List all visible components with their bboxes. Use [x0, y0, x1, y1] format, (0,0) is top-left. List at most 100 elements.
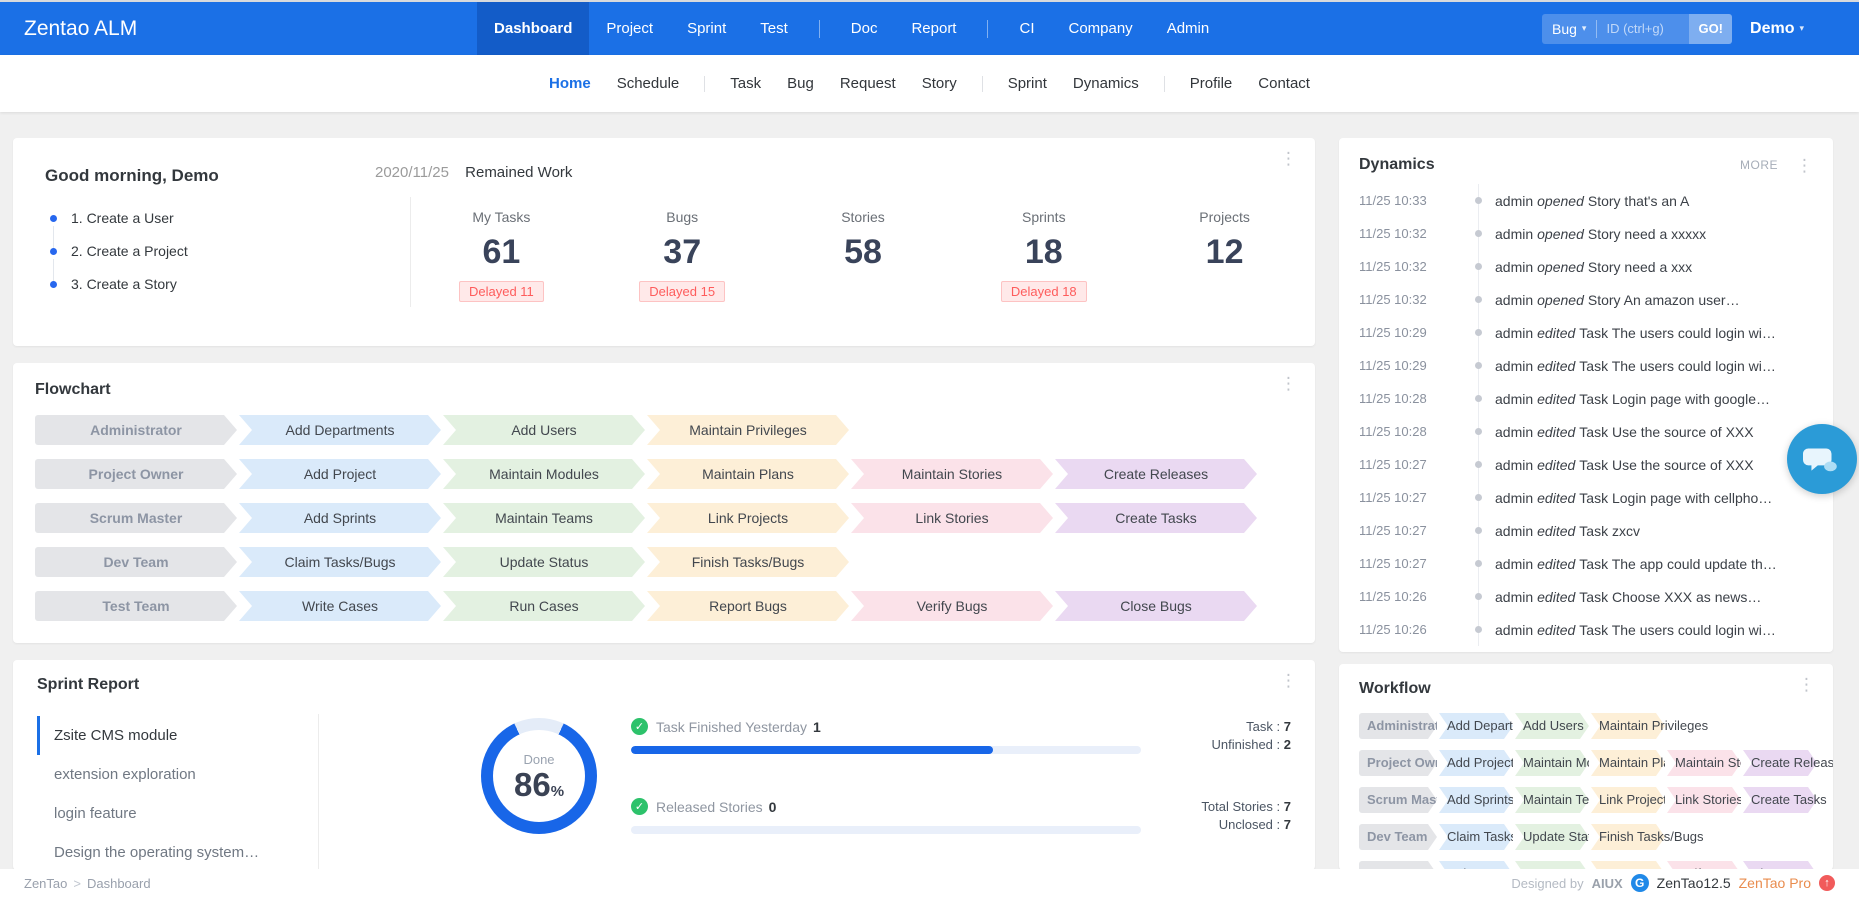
- flow-step[interactable]: Add Sprints: [239, 503, 441, 533]
- nav-item[interactable]: Report: [894, 2, 973, 55]
- dynamic-item[interactable]: 11/25 10:27 admineditedTask Login page w…: [1359, 481, 1813, 514]
- onboarding-step-link[interactable]: 3. Create a Story: [45, 268, 363, 301]
- onboarding-step-link[interactable]: 2. Create a Project: [45, 235, 363, 268]
- flow-step[interactable]: Claim Tasks/Bugs: [1439, 824, 1513, 850]
- flow-step[interactable]: Add Users: [443, 415, 645, 445]
- flow-step[interactable]: Maintain Privileges: [647, 415, 849, 445]
- designer-link[interactable]: AIUX: [1592, 876, 1623, 891]
- nav-item[interactable]: Project: [589, 2, 670, 55]
- stat[interactable]: Projects 12: [1134, 197, 1315, 307]
- kebab-menu-icon[interactable]: ⋮: [1798, 676, 1815, 693]
- subnav-item[interactable]: Home: [536, 75, 604, 92]
- flow-step[interactable]: Maintain Teams: [443, 503, 645, 533]
- flow-step[interactable]: Finish Tasks/Bugs: [647, 547, 849, 577]
- upgrade-icon[interactable]: ↑: [1819, 875, 1835, 891]
- flow-step[interactable]: Report Bugs: [647, 591, 849, 621]
- kebab-menu-icon[interactable]: ⋮: [1280, 375, 1297, 392]
- flow-step[interactable]: Link Stories: [851, 503, 1053, 533]
- flow-step[interactable]: Maintain Privileges: [1591, 713, 1665, 739]
- flow-role-label[interactable]: Project Owner: [35, 459, 237, 489]
- flow-step[interactable]: Maintain Teams: [1515, 787, 1589, 813]
- flow-step[interactable]: Create Tasks: [1743, 787, 1817, 813]
- flow-step[interactable]: Create Tasks: [1055, 503, 1257, 533]
- dynamic-item[interactable]: 11/25 10:33 adminopenedStory that's an A: [1359, 184, 1813, 217]
- flow-role-label[interactable]: Dev Team: [35, 547, 237, 577]
- flow-step[interactable]: Add Sprints: [1439, 787, 1513, 813]
- flow-step[interactable]: Create Releases: [1055, 459, 1257, 489]
- zentao-pro-link[interactable]: ZenTao Pro: [1739, 875, 1811, 891]
- sprint-list-item[interactable]: Zsite CMS module: [37, 716, 318, 755]
- dynamic-item[interactable]: 11/25 10:26 admineditedTask The users co…: [1359, 613, 1813, 646]
- dynamic-item[interactable]: 11/25 10:29 admineditedTask The users co…: [1359, 316, 1813, 349]
- flow-role-label[interactable]: Administrator: [35, 415, 237, 445]
- flow-step[interactable]: Maintain Modules: [443, 459, 645, 489]
- dynamic-item[interactable]: 11/25 10:26 admineditedTask Choose XXX a…: [1359, 580, 1813, 613]
- app-logo[interactable]: Zentao ALM: [0, 17, 161, 41]
- subnav-item[interactable]: Profile: [1177, 75, 1246, 92]
- flow-step[interactable]: Update Status: [1515, 824, 1589, 850]
- flow-step[interactable]: Write Cases: [239, 591, 441, 621]
- flow-step[interactable]: Add Departments: [1439, 713, 1513, 739]
- search-input[interactable]: [1597, 21, 1689, 36]
- flow-step[interactable]: Add Project: [1439, 750, 1513, 776]
- flow-step[interactable]: Maintain Modules: [1515, 750, 1589, 776]
- flow-step[interactable]: Add Users: [1515, 713, 1589, 739]
- stat[interactable]: Stories 58: [773, 197, 954, 307]
- subnav-item[interactable]: Task: [717, 75, 774, 92]
- flow-step[interactable]: Claim Tasks/Bugs: [239, 547, 441, 577]
- dynamic-item[interactable]: 11/25 10:32 adminopenedStory need a xxx: [1359, 250, 1813, 283]
- flow-role-label[interactable]: Project Owner: [1359, 750, 1437, 776]
- flow-step[interactable]: Link Projects: [647, 503, 849, 533]
- nav-item[interactable]: Sprint: [670, 2, 743, 55]
- go-button[interactable]: GO!: [1689, 14, 1732, 44]
- flow-step[interactable]: Maintain Stories: [1667, 750, 1741, 776]
- flow-role-label[interactable]: Scrum Master: [1359, 787, 1437, 813]
- flow-step[interactable]: Update Status: [443, 547, 645, 577]
- subnav-item[interactable]: Sprint: [995, 75, 1060, 92]
- stat[interactable]: Sprints 18 Delayed 18: [953, 197, 1134, 307]
- flow-step[interactable]: Link Stories: [1667, 787, 1741, 813]
- nav-item[interactable]: Admin: [1150, 2, 1227, 55]
- sprint-list-item[interactable]: Design the operating system…: [37, 833, 318, 870]
- dynamic-item[interactable]: 11/25 10:29 admineditedTask The users co…: [1359, 349, 1813, 382]
- flow-step[interactable]: Maintain Plans: [1591, 750, 1665, 776]
- subnav-item[interactable]: Bug: [774, 75, 827, 92]
- subnav-item[interactable]: Schedule: [604, 75, 693, 92]
- flow-step[interactable]: Maintain Plans: [647, 459, 849, 489]
- nav-item[interactable]: CI: [1002, 2, 1051, 55]
- subnav-item[interactable]: Dynamics: [1060, 75, 1152, 92]
- stat[interactable]: My Tasks 61 Delayed 11: [411, 197, 592, 307]
- subnav-item[interactable]: Request: [827, 75, 909, 92]
- sprint-list-item[interactable]: login feature: [37, 794, 318, 833]
- zentao-logo-icon[interactable]: G: [1631, 874, 1649, 892]
- flow-step[interactable]: Add Departments: [239, 415, 441, 445]
- flow-step[interactable]: Verify Bugs: [851, 591, 1053, 621]
- flow-step[interactable]: Close Bugs: [1055, 591, 1257, 621]
- flow-step[interactable]: Create Releases: [1743, 750, 1817, 776]
- nav-item[interactable]: Dashboard: [477, 2, 589, 55]
- chat-button[interactable]: [1787, 424, 1857, 494]
- dynamic-item[interactable]: 11/25 10:28 admineditedTask Use the sour…: [1359, 415, 1813, 448]
- dynamic-item[interactable]: 11/25 10:27 admineditedTask The app coul…: [1359, 547, 1813, 580]
- dynamic-item[interactable]: 11/25 10:27 admineditedTask zxcv: [1359, 514, 1813, 547]
- flow-step[interactable]: Run Cases: [443, 591, 645, 621]
- flow-role-label[interactable]: Test Team: [35, 591, 237, 621]
- search-module-select[interactable]: Bug ▾: [1542, 21, 1596, 37]
- flow-step[interactable]: Finish Tasks/Bugs: [1591, 824, 1665, 850]
- user-menu[interactable]: Demo ▾: [1750, 20, 1804, 38]
- flow-step[interactable]: Add Project: [239, 459, 441, 489]
- sprint-list-item[interactable]: extension exploration: [37, 755, 318, 794]
- flow-role-label[interactable]: Administrator: [1359, 713, 1437, 739]
- flow-role-label[interactable]: Scrum Master: [35, 503, 237, 533]
- flow-step[interactable]: Link Projects: [1591, 787, 1665, 813]
- breadcrumb-root[interactable]: ZenTao: [24, 876, 67, 891]
- subnav-item[interactable]: Story: [909, 75, 970, 92]
- dynamic-item[interactable]: 11/25 10:32 adminopenedStory need a xxxx…: [1359, 217, 1813, 250]
- stat[interactable]: Bugs 37 Delayed 15: [592, 197, 773, 307]
- version-link[interactable]: ZenTao12.5: [1657, 875, 1731, 891]
- flow-step[interactable]: Maintain Stories: [851, 459, 1053, 489]
- kebab-menu-icon[interactable]: ⋮: [1280, 672, 1297, 689]
- flow-role-label[interactable]: Dev Team: [1359, 824, 1437, 850]
- kebab-menu-icon[interactable]: ⋮: [1280, 150, 1297, 167]
- dynamic-item[interactable]: 11/25 10:27 admineditedTask Use the sour…: [1359, 448, 1813, 481]
